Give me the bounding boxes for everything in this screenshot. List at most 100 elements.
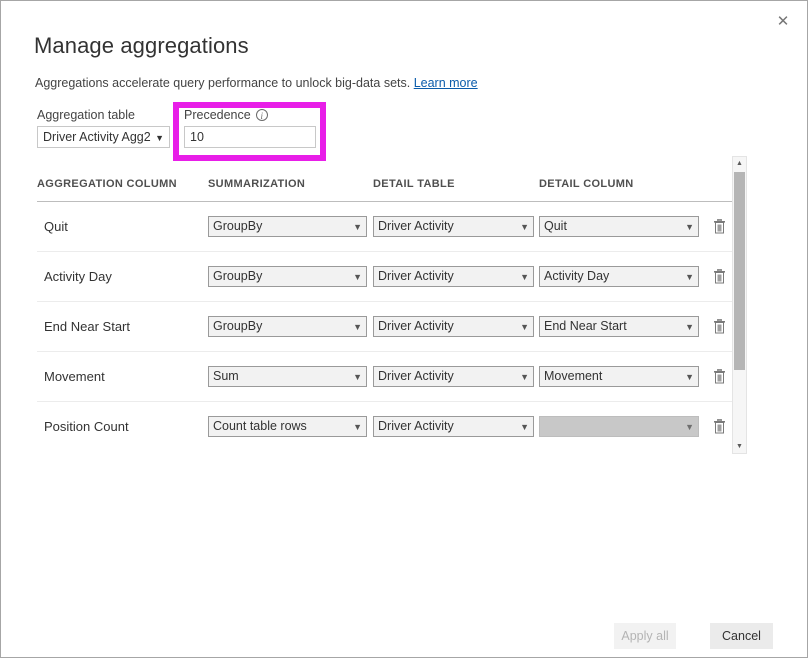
detail-table-dropdown-value: Driver Activity	[378, 269, 454, 283]
detail-column-dropdown[interactable]: Quit ▼	[539, 216, 699, 237]
detail-column-dropdown-cell: End Near Start ▼	[539, 316, 704, 337]
detail-table-dropdown-cell: Driver Activity ▼	[373, 366, 539, 387]
trash-icon[interactable]	[709, 417, 729, 437]
row-actions	[704, 217, 733, 237]
detail-table-dropdown[interactable]: Driver Activity ▼	[373, 316, 534, 337]
summarization-dropdown[interactable]: Sum▼	[208, 366, 367, 387]
chevron-down-icon: ▼	[520, 217, 529, 237]
row-actions	[704, 417, 733, 437]
detail-table-dropdown-value: Driver Activity	[378, 419, 454, 433]
chevron-down-icon: ▼	[520, 317, 529, 337]
chevron-down-icon: ▼	[685, 317, 694, 337]
chevron-down-icon: ▼	[685, 267, 694, 287]
aggregation-table-dropdown[interactable]: Driver Activity Agg2 ▼	[37, 126, 170, 148]
aggregation-column-name: Position Count	[37, 419, 208, 434]
detail-table-dropdown[interactable]: Driver Activity ▼	[373, 216, 534, 237]
aggregation-table-label: Aggregation table	[37, 108, 173, 122]
detail-column-dropdown-value: Activity Day	[544, 269, 609, 283]
summarization-dropdown-value: GroupBy	[213, 319, 262, 333]
detail-column-dropdown-value: Movement	[544, 369, 602, 383]
summarization-dropdown-cell: GroupBy ▼	[208, 316, 373, 337]
chevron-down-icon: ▼	[520, 367, 529, 387]
manage-aggregations-dialog: ✕ Manage aggregations Aggregations accel…	[0, 0, 808, 658]
dialog-footer: Apply all Cancel	[1, 617, 807, 649]
table-row: MovementSum▼Driver Activity▼Movement▼	[37, 352, 733, 402]
summarization-dropdown-value: GroupBy	[213, 219, 262, 233]
table-row: Activity DayGroupBy▼Driver Activity▼Acti…	[37, 252, 733, 302]
detail-table-dropdown-cell: Driver Activity▼	[373, 266, 539, 287]
scroll-up-arrow-icon[interactable]: ▲	[733, 157, 746, 170]
detail-table-dropdown[interactable]: Driver Activity▼	[373, 266, 534, 287]
summarization-dropdown-cell: Sum▼	[208, 366, 373, 387]
detail-column-dropdown-cell: Quit ▼	[539, 216, 704, 237]
chevron-down-icon: ▼	[353, 267, 362, 287]
detail-table-dropdown-value: Driver Activity	[378, 369, 454, 383]
trash-icon[interactable]	[709, 267, 729, 287]
summarization-dropdown[interactable]: GroupBy ▼	[208, 266, 367, 287]
aggregation-column-name: End Near Start	[37, 319, 208, 334]
summarization-dropdown-value: Count table rows	[213, 419, 307, 433]
chevron-down-icon: ▼	[685, 417, 694, 437]
chevron-down-icon: ▼	[685, 217, 694, 237]
trash-icon[interactable]	[709, 367, 729, 387]
aggregation-table-value: Driver Activity Agg2	[43, 130, 151, 144]
chevron-down-icon: ▼	[685, 367, 694, 387]
column-header-detail-column: DETAIL COLUMN	[539, 178, 704, 190]
chevron-down-icon: ▼	[353, 417, 362, 437]
chevron-down-icon: ▼	[353, 317, 362, 337]
table-header-row: AGGREGATION COLUMN SUMMARIZATION DETAIL …	[37, 166, 733, 202]
apply-all-button[interactable]: Apply all	[614, 623, 676, 649]
detail-column-dropdown[interactable]: End Near Start ▼	[539, 316, 699, 337]
page-title: Manage aggregations	[34, 33, 249, 59]
detail-table-dropdown-value: Driver Activity	[378, 319, 454, 333]
table-body: QuitGroupBy▼Driver Activity▼Quit▼Activit…	[37, 202, 733, 451]
detail-column-dropdown[interactable]: Movement ▼	[539, 366, 699, 387]
summarization-dropdown[interactable]: GroupBy ▼	[208, 316, 367, 337]
aggregation-column-name: Quit	[37, 219, 208, 234]
summarization-dropdown[interactable]: GroupBy ▼	[208, 216, 367, 237]
detail-column-dropdown-value: Quit	[544, 219, 567, 233]
summarization-dropdown[interactable]: Count table rows ▼	[208, 416, 367, 437]
close-icon[interactable]: ✕	[762, 4, 804, 38]
precedence-label: Precedence	[184, 108, 251, 122]
detail-column-dropdown-value: End Near Start	[544, 319, 627, 333]
chevron-down-icon: ▼	[155, 127, 164, 148]
column-header-summarization: SUMMARIZATION	[208, 178, 373, 190]
table-row: Position Count Count table rows ▼ Driver Ac…	[37, 402, 733, 451]
detail-table-dropdown-cell: Driver Activity ▼	[373, 316, 539, 337]
info-icon[interactable]: i	[256, 109, 268, 121]
detail-column-dropdown[interactable]: Activity Day ▼	[539, 266, 699, 287]
cancel-button[interactable]: Cancel	[710, 623, 773, 649]
detail-table-dropdown-value: Driver Activity	[378, 219, 454, 233]
table-scrollbar[interactable]: ▲ ▼	[732, 156, 747, 454]
detail-column-dropdown-cell: Activity Day ▼	[539, 266, 704, 287]
row-actions	[704, 317, 733, 337]
precedence-field: Precedence i	[184, 108, 316, 148]
summarization-dropdown-cell: GroupBy ▼	[208, 266, 373, 287]
aggregation-table-field: Aggregation table Driver Activity Agg2 ▼	[37, 108, 173, 148]
column-header-detail-table: DETAIL TABLE	[373, 178, 539, 190]
detail-table-dropdown[interactable]: Driver Activity▼	[373, 416, 534, 437]
row-actions	[704, 267, 733, 287]
table-row: End Near StartGroupBy▼Driver Activity▼En…	[37, 302, 733, 352]
precedence-input[interactable]	[184, 126, 316, 148]
summarization-dropdown-cell: GroupBy ▼	[208, 216, 373, 237]
trash-icon[interactable]	[709, 217, 729, 237]
summarization-dropdown-value: GroupBy	[213, 269, 262, 283]
chevron-down-icon: ▼	[353, 217, 362, 237]
aggregation-column-name: Activity Day	[37, 269, 208, 284]
chevron-down-icon: ▼	[353, 367, 362, 387]
detail-table-dropdown-cell: Driver Activity ▼	[373, 216, 539, 237]
detail-column-dropdown: ▼	[539, 416, 699, 437]
scrollbar-thumb[interactable]	[734, 172, 745, 370]
detail-column-dropdown-cell: ▼	[539, 416, 704, 437]
aggregation-column-name: Movement	[37, 369, 208, 384]
subtitle-text: Aggregations accelerate query performanc…	[35, 76, 410, 90]
dialog-subtitle: Aggregations accelerate query performanc…	[35, 76, 478, 90]
row-actions	[704, 367, 733, 387]
learn-more-link[interactable]: Learn more	[414, 76, 478, 90]
detail-column-dropdown-cell: Movement ▼	[539, 366, 704, 387]
trash-icon[interactable]	[709, 317, 729, 337]
scroll-down-arrow-icon[interactable]: ▼	[733, 440, 746, 453]
detail-table-dropdown[interactable]: Driver Activity ▼	[373, 366, 534, 387]
